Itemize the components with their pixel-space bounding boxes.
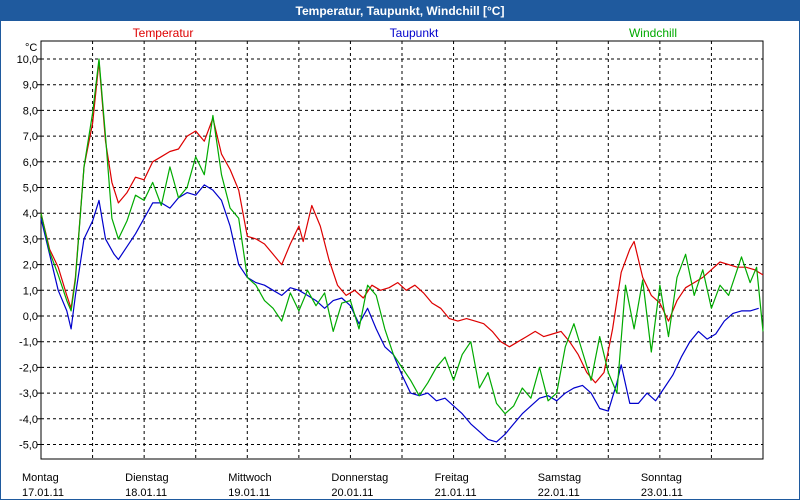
y-tick-label: -1,0 [19, 337, 38, 349]
y-tick-label: 5,0 [23, 183, 38, 195]
y-tick-label: 4,0 [23, 208, 38, 220]
y-tick-label: -2,0 [19, 362, 38, 374]
y-tick-label: 2,0 [23, 260, 38, 272]
x-date-label: 20.01.11 [331, 487, 373, 499]
y-tick-label: 7,0 [23, 131, 38, 143]
y-tick-label: 3,0 [23, 234, 38, 246]
series-line-taupunkt [40, 184, 759, 443]
x-weekday-label: Dienstag [125, 472, 168, 484]
y-tick-label: -5,0 [19, 440, 38, 452]
y-tick-label: 0,0 [23, 311, 38, 323]
x-date-label: 21.01.11 [435, 487, 477, 499]
x-date-label: 23.01.11 [641, 487, 683, 499]
x-weekday-label: Mittwoch [228, 472, 271, 484]
y-axis-unit-label: °C [25, 42, 37, 54]
x-weekday-label: Donnerstag [331, 472, 388, 484]
x-weekday-label: Freitag [435, 472, 469, 484]
y-tick-label: 10,0 [17, 54, 38, 66]
y-tick-label: 9,0 [23, 80, 38, 92]
x-weekday-label: Montag [22, 472, 59, 484]
x-date-label: 19.01.11 [228, 487, 270, 499]
x-date-label: 22.01.11 [538, 487, 580, 499]
chart-canvas: 10,0 9,0 8,0 7,0 6,0 5,0 4,0 3,0 2,0 1,0 0,0 -1,0 -2… [17, 26, 764, 499]
x-weekday-label: Sonntag [641, 472, 682, 484]
legend-label-taupunkt: Taupunkt [390, 26, 439, 40]
x-weekday-label: Samstag [538, 472, 581, 484]
legend-label-windchill: Windchill [629, 26, 677, 40]
x-date-label: 18.01.11 [125, 487, 167, 499]
chart-window: Temperatur, Taupunkt, Windchill [°C] 10,… [0, 0, 800, 500]
y-tick-label: -3,0 [19, 388, 38, 400]
legend-label-temperatur: Temperatur [133, 26, 194, 40]
y-tick-label: 8,0 [23, 105, 38, 117]
y-tick-label: 6,0 [23, 157, 38, 169]
y-tick-label: -4,0 [19, 414, 38, 426]
x-date-label: 17.01.11 [22, 487, 64, 499]
y-tick-label: 1,0 [23, 285, 38, 297]
